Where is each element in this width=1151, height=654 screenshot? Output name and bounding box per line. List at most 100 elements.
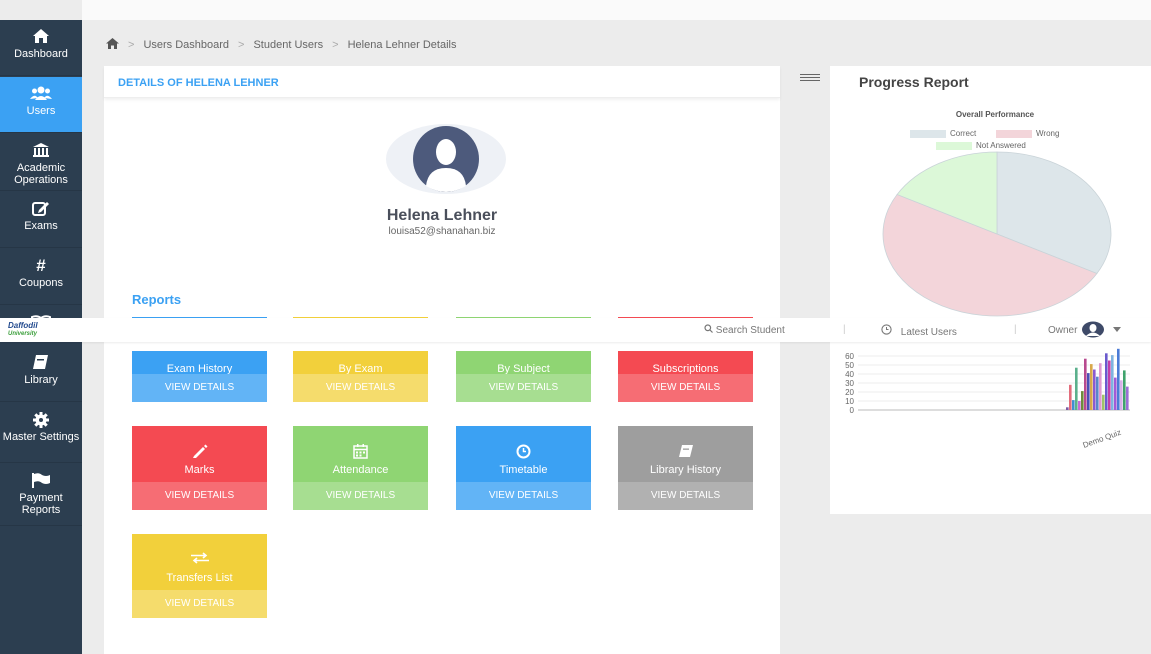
bar[interactable] xyxy=(1114,377,1117,410)
sidebar-item-label: Coupons xyxy=(18,277,64,289)
search-student-link[interactable]: Search Student xyxy=(704,324,785,336)
sidebar-item-label: Academic Operations xyxy=(14,162,68,186)
breadcrumb-separator: > xyxy=(332,39,339,51)
tile-exam-history[interactable]: Exam History VIEW DETAILS xyxy=(132,351,267,402)
clock-icon xyxy=(456,444,591,463)
details-card-header: DETAILS OF HELENA LEHNER xyxy=(104,66,780,98)
x-category-label: Demo Quiz xyxy=(1082,428,1123,450)
owner-label: Owner xyxy=(1048,324,1078,336)
edit-icon xyxy=(0,200,82,218)
latest-users-label: Latest Users xyxy=(900,327,957,338)
university-logo[interactable]: Daffodil University xyxy=(8,322,38,338)
y-tick-label: 30 xyxy=(845,379,854,388)
sidebar-item-master-settings[interactable]: Master Settings xyxy=(0,403,82,463)
bar[interactable] xyxy=(1078,401,1081,410)
tile-marks[interactable]: Marks VIEW DETAILS xyxy=(132,426,267,510)
bar[interactable] xyxy=(1120,380,1123,410)
view-details-button[interactable]: VIEW DETAILS xyxy=(293,374,428,402)
bar[interactable] xyxy=(1099,363,1102,410)
legend-label: Not Answered xyxy=(976,141,1026,150)
tile-subscriptions[interactable]: Subscriptions VIEW DETAILS xyxy=(618,351,753,402)
breadcrumb: > Users Dashboard > Student Users > Hele… xyxy=(106,38,456,52)
breadcrumb-current: Helena Lehner Details xyxy=(347,39,457,51)
view-details-button[interactable]: VIEW DETAILS xyxy=(618,482,753,510)
sidebar-item-label: Library xyxy=(24,374,58,386)
legend-item-not-answered[interactable]: Not Answered xyxy=(936,141,1026,150)
tile-transfers-list[interactable]: Transfers List VIEW DETAILS xyxy=(132,534,267,618)
sidebar-item-users[interactable]: Users xyxy=(0,77,82,133)
view-details-button[interactable]: VIEW DETAILS xyxy=(132,482,267,510)
latest-users-link[interactable]: Latest Users xyxy=(881,324,957,338)
bar[interactable] xyxy=(1072,400,1075,410)
users-icon xyxy=(0,85,82,103)
owner-menu[interactable]: Owner xyxy=(1048,321,1122,338)
sidebar-item-coupons[interactable]: # Coupons xyxy=(0,249,82,305)
bar[interactable] xyxy=(1087,373,1090,410)
institution-icon xyxy=(0,142,82,160)
search-icon xyxy=(704,324,713,333)
sidebar-item-label: Dashboard xyxy=(14,48,68,60)
bar[interactable] xyxy=(1090,364,1093,410)
y-tick-label: 0 xyxy=(850,406,855,415)
avatar xyxy=(1082,321,1105,338)
view-details-button[interactable]: VIEW DETAILS xyxy=(132,590,267,618)
sidebar-item-payment-reports[interactable]: Payment Reports xyxy=(0,464,82,526)
bar-chart: 0102030405060 Demo Quiz xyxy=(845,348,1130,450)
bar[interactable] xyxy=(1105,353,1108,410)
sidebar-item-exams[interactable]: Exams xyxy=(0,192,82,248)
bar[interactable] xyxy=(1126,386,1129,410)
tile-library-history[interactable]: Library History VIEW DETAILS xyxy=(618,426,753,510)
bar[interactable] xyxy=(1093,369,1096,411)
breadcrumb-users-dashboard[interactable]: Users Dashboard xyxy=(143,39,229,51)
bar[interactable] xyxy=(1081,391,1084,410)
sidebar-item-academic-operations[interactable]: Academic Operations xyxy=(0,134,82,191)
pencil-icon xyxy=(132,444,267,462)
bar[interactable] xyxy=(1123,370,1126,410)
breadcrumb-student-users[interactable]: Student Users xyxy=(253,39,323,51)
bar[interactable] xyxy=(1108,360,1111,411)
bar[interactable] xyxy=(1084,358,1087,410)
view-details-button[interactable]: VIEW DETAILS xyxy=(618,374,753,402)
tile-by-exam[interactable]: By Exam VIEW DETAILS xyxy=(293,351,428,402)
view-details-button[interactable]: VIEW DETAILS xyxy=(456,374,591,402)
clock-icon xyxy=(881,324,892,335)
legend-item-wrong[interactable]: Wrong xyxy=(996,129,1059,138)
legend-label: Wrong xyxy=(1036,129,1060,138)
progress-title: Progress Report xyxy=(859,74,969,90)
details-heading: DETAILS OF HELENA LEHNER xyxy=(118,77,279,89)
home-icon[interactable] xyxy=(106,38,119,52)
view-details-button[interactable]: VIEW DETAILS xyxy=(132,374,267,402)
sidebar-item-dashboard[interactable]: Dashboard xyxy=(0,20,82,76)
tile-label: Library History xyxy=(650,464,721,476)
tile-label: Attendance xyxy=(332,464,389,476)
bar[interactable] xyxy=(1117,348,1120,410)
bar[interactable] xyxy=(1069,384,1072,410)
y-tick-label: 10 xyxy=(845,397,854,406)
pie-chart xyxy=(882,151,1112,317)
tile-label: Marks xyxy=(184,464,215,476)
legend-swatch xyxy=(996,129,1032,138)
legend-item-correct[interactable]: Correct xyxy=(910,129,976,138)
bar[interactable] xyxy=(1102,394,1105,410)
tile-by-subject[interactable]: By Subject VIEW DETAILS xyxy=(456,351,591,402)
menu-toggle-icon[interactable] xyxy=(800,72,820,86)
tile-label: Timetable xyxy=(499,464,548,476)
view-details-button[interactable]: VIEW DETAILS xyxy=(456,482,591,510)
tile-attendance[interactable]: Attendance VIEW DETAILS xyxy=(293,426,428,510)
bar[interactable] xyxy=(1096,376,1099,410)
logo-line1: Daffodil xyxy=(8,321,38,330)
profile-name: Helena Lehner xyxy=(386,207,498,224)
breadcrumb-separator: > xyxy=(128,39,135,51)
bar[interactable] xyxy=(1066,407,1069,410)
bar[interactable] xyxy=(1111,355,1114,410)
profile-email: louisa52@shanahan.biz xyxy=(388,226,496,237)
sidebar-item-label: Exams xyxy=(24,220,58,232)
view-details-button[interactable]: VIEW DETAILS xyxy=(293,482,428,510)
sidebar-item-library[interactable]: Library xyxy=(0,346,82,402)
bar[interactable] xyxy=(1075,367,1078,410)
logo-line2: University xyxy=(8,331,38,337)
top-strip xyxy=(82,0,1151,20)
top-navbar: Daffodil University Search Student | Lat… xyxy=(0,318,1151,342)
sidebar-item-label: Master Settings xyxy=(2,431,80,443)
tile-timetable[interactable]: Timetable VIEW DETAILS xyxy=(456,426,591,510)
